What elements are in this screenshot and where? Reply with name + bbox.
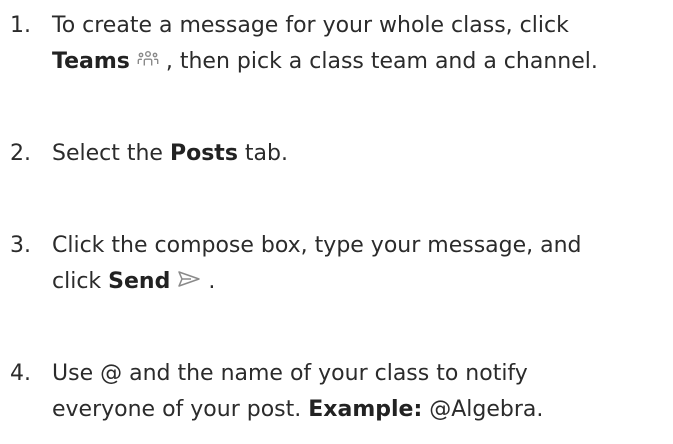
step-line: everyone of your post. Example: @Algebra…: [52, 392, 670, 428]
step-text-lead: click: [52, 269, 109, 294]
step-line: click Send .: [52, 264, 670, 300]
step-line: Use @ and the name of your class to noti…: [52, 361, 528, 386]
step-text-lead: Select the: [52, 141, 170, 166]
step-text: Click the compose box, type your message…: [52, 228, 670, 300]
step-line: To create a message for your whole class…: [52, 13, 569, 38]
step-text: Select the Posts tab.: [52, 136, 670, 172]
step-text-tail: .: [201, 269, 216, 294]
step-number: 1.: [10, 13, 31, 38]
send-icon: [177, 264, 201, 300]
step-text-tail: tab.: [237, 141, 288, 166]
step-text: Use @ and the name of your class to noti…: [52, 356, 670, 428]
teams-label: Teams: [52, 49, 130, 74]
step-text-tail: , then pick a class team and a channel.: [158, 49, 598, 74]
step-number: 3.: [10, 233, 31, 258]
example-label: Example:: [308, 397, 423, 422]
step-number: 2.: [10, 141, 31, 166]
step-line: Click the compose box, type your message…: [52, 233, 582, 258]
send-label: Send: [108, 269, 171, 294]
step-line: Teams , then pick a class team and a cha…: [52, 44, 670, 80]
teams-icon: [137, 44, 159, 80]
posts-label: Posts: [169, 141, 238, 166]
step-text-tail: @Algebra.: [422, 397, 544, 422]
step-text-lead: everyone of your post.: [52, 397, 309, 422]
step-line: Select the Posts tab.: [52, 136, 670, 172]
step-number: 4.: [10, 361, 31, 386]
step-text: To create a message for your whole class…: [52, 8, 670, 80]
